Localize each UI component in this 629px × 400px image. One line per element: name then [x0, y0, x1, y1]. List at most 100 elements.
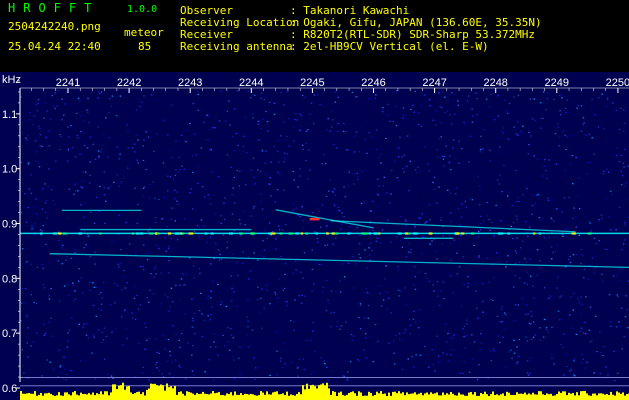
carrier-speck: [461, 232, 465, 235]
level-bar: [368, 391, 370, 400]
level-bar: [520, 393, 522, 400]
level-bar: [400, 393, 402, 400]
meteor-label: meteor: [124, 26, 164, 39]
level-bar: [150, 383, 152, 400]
level-bar: [228, 394, 230, 400]
level-bar: [604, 394, 606, 400]
carrier-speck: [176, 232, 181, 235]
level-bar: [430, 392, 432, 400]
level-bar: [606, 394, 608, 400]
level-bar: [24, 393, 26, 400]
level-bar: [612, 394, 614, 400]
level-bar: [546, 393, 548, 400]
level-bar: [336, 396, 338, 400]
level-bar: [272, 392, 274, 400]
x-tick-label: 2248: [483, 77, 507, 89]
level-bar: [48, 392, 50, 400]
level-bar: [356, 395, 358, 400]
x-tick-label: 2250: [606, 77, 629, 89]
app-version: 1.0.0: [127, 4, 158, 15]
level-bar: [248, 394, 250, 400]
level-bar: [246, 394, 248, 400]
level-bar: [44, 393, 46, 400]
level-bar: [172, 388, 174, 400]
level-bar: [598, 393, 600, 400]
level-bar: [498, 395, 500, 400]
level-bar: [566, 395, 568, 400]
level-bar: [360, 392, 362, 400]
level-bar: [596, 395, 598, 400]
level-bar: [234, 391, 236, 400]
carrier-speck: [270, 232, 276, 235]
level-bar: [144, 395, 146, 400]
level-bar: [118, 385, 120, 400]
level-bar: [420, 392, 422, 400]
level-bar: [208, 394, 210, 400]
info-key-antenna: Receiving antenna: [180, 40, 293, 53]
carrier-speck: [204, 232, 208, 235]
level-bar: [32, 393, 34, 400]
app-title: HROFFT: [8, 1, 100, 15]
level-bar: [508, 392, 510, 400]
level-bar: [568, 392, 570, 400]
level-bar: [474, 392, 476, 400]
level-bar: [392, 391, 394, 400]
level-bar: [584, 391, 586, 400]
level-bar: [238, 394, 240, 400]
level-bar: [126, 386, 128, 400]
level-bar: [396, 393, 398, 400]
level-bar: [74, 391, 76, 400]
level-bar: [484, 391, 486, 400]
level-bar: [298, 392, 300, 400]
level-bar: [506, 391, 508, 400]
level-bar: [348, 393, 350, 400]
level-bar: [128, 385, 130, 400]
level-bar: [158, 386, 160, 400]
level-bar: [388, 392, 390, 400]
level-bar: [560, 392, 562, 400]
level-bar: [130, 392, 132, 400]
level-bar: [146, 389, 148, 400]
level-bar: [264, 394, 266, 400]
level-bar: [304, 389, 306, 400]
level-bar: [50, 393, 52, 400]
carrier-speck: [455, 232, 460, 235]
x-tick-label: 2242: [117, 77, 141, 89]
level-bar: [614, 395, 616, 400]
x-tick-label: 2245: [300, 77, 324, 89]
level-bar: [282, 393, 284, 400]
level-bar: [468, 392, 470, 400]
level-bar: [384, 393, 386, 400]
level-bar: [414, 392, 416, 400]
level-bar: [290, 394, 292, 400]
level-bar: [142, 392, 144, 400]
level-bar: [426, 392, 428, 400]
level-bar: [136, 392, 138, 400]
level-bar: [106, 391, 108, 400]
level-bar: [542, 394, 544, 400]
level-bar: [84, 393, 86, 400]
level-bar: [582, 391, 584, 400]
level-bar: [256, 395, 258, 400]
level-bar: [342, 394, 344, 400]
level-bar: [378, 393, 380, 400]
info-value-antenna: : 2el-HB9CV Vertical (el. E-W): [290, 40, 489, 53]
level-bar: [244, 393, 246, 400]
level-bar: [324, 385, 326, 400]
carrier-speck: [149, 232, 154, 235]
level-bar: [110, 392, 112, 400]
level-bar: [476, 395, 478, 400]
level-bar: [278, 394, 280, 400]
level-bar: [66, 392, 68, 400]
level-bar: [28, 393, 30, 400]
carrier-speck: [428, 232, 433, 235]
level-bar: [250, 393, 252, 400]
level-bar: [176, 394, 178, 400]
level-bar: [326, 382, 328, 400]
level-bar: [556, 394, 558, 400]
level-bar: [532, 392, 534, 400]
level-bar: [30, 393, 32, 400]
level-bar: [284, 395, 286, 400]
level-bar: [440, 395, 442, 400]
level-bar: [528, 393, 530, 400]
